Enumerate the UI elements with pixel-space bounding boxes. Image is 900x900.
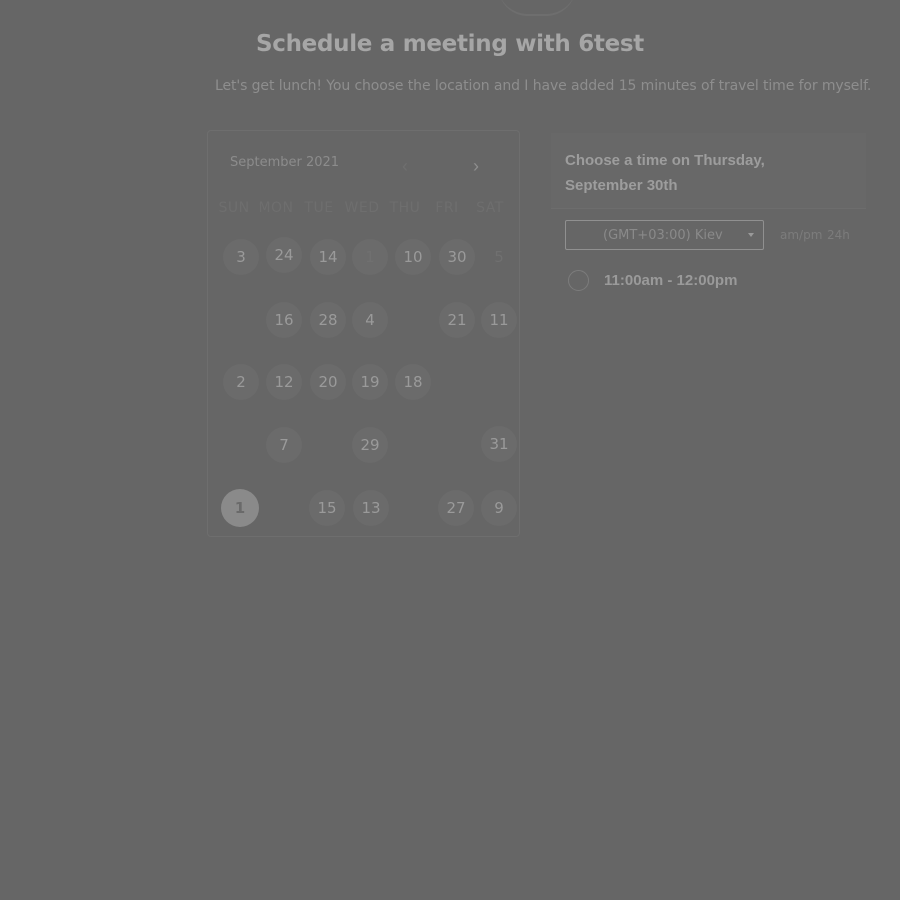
calendar-day — [439, 364, 475, 400]
calendar-day — [395, 490, 431, 526]
calendar-day[interactable]: 21 — [439, 302, 475, 338]
calendar-day — [223, 302, 259, 338]
calendar-day[interactable]: 12 — [266, 364, 302, 400]
calendar-day — [439, 427, 475, 463]
calendar-day — [310, 427, 346, 463]
calendar-month-label: September 2021 — [230, 155, 340, 170]
timezone-value: (GMT+03:00) Kiev — [603, 228, 723, 243]
calendar-day[interactable]: 30 — [439, 239, 475, 275]
calendar-day[interactable]: 20 — [310, 364, 346, 400]
calendar-day[interactable]: 11 — [481, 302, 517, 338]
weekday-sun: SUN — [218, 200, 250, 216]
calendar-day[interactable]: 5 — [481, 239, 517, 275]
time-slot-radio[interactable] — [568, 270, 589, 291]
caret-down-icon — [748, 233, 754, 237]
calendar-day[interactable]: 18 — [395, 364, 431, 400]
calendar-day[interactable]: 24 — [266, 237, 302, 273]
calendar-day — [266, 490, 302, 526]
format-24h-toggle[interactable]: 24h — [827, 228, 850, 242]
calendar-day[interactable]: 27 — [438, 490, 474, 526]
meeting-description: Let's get lunch! You choose the location… — [215, 78, 872, 94]
calendar-day[interactable]: 14 — [310, 239, 346, 275]
weekday-sat: SAT — [476, 200, 504, 216]
calendar-day — [223, 427, 259, 463]
time-slot-label[interactable]: 11:00am - 12:00pm — [604, 272, 737, 289]
calendar-day[interactable]: 2 — [223, 364, 259, 400]
calendar-day[interactable]: 4 — [352, 302, 388, 338]
calendar-day[interactable]: 28 — [310, 302, 346, 338]
calendar-day[interactable]: 10 — [395, 239, 431, 275]
weekday-tue: TUE — [304, 200, 334, 216]
calendar-day[interactable]: 29 — [352, 427, 388, 463]
calendar-day[interactable]: 1 — [352, 239, 388, 275]
calendar-day[interactable]: 13 — [353, 490, 389, 526]
calendar-day — [395, 427, 431, 463]
page-title: Schedule a meeting with 6test — [255, 31, 644, 57]
calendar-day — [395, 302, 431, 338]
weekday-wed: WED — [344, 200, 380, 216]
calendar-day[interactable]: 9 — [481, 490, 517, 526]
chevron-left-icon[interactable]: ‹ — [395, 155, 415, 177]
weekday-mon: MON — [258, 200, 294, 216]
weekday-thu: THU — [389, 200, 421, 216]
calendar-day[interactable]: 16 — [266, 302, 302, 338]
format-ampm-toggle[interactable]: am/pm — [780, 228, 822, 242]
calendar-day[interactable]: 19 — [352, 364, 388, 400]
timezone-select[interactable]: (GMT+03:00) Kiev — [565, 220, 764, 250]
weekday-fri: FRI — [435, 200, 459, 216]
calendar-day-selected[interactable]: 1 — [221, 489, 259, 527]
calendar-day[interactable]: 7 — [266, 427, 302, 463]
calendar-day — [481, 364, 517, 400]
time-panel-heading: Choose a time on Thursday, September 30t… — [565, 152, 765, 194]
calendar-day[interactable]: 3 — [223, 239, 259, 275]
chevron-right-icon[interactable]: › — [466, 155, 486, 177]
calendar-day[interactable]: 15 — [309, 490, 345, 526]
calendar-day[interactable]: 31 — [481, 426, 517, 462]
host-avatar — [498, 0, 576, 16]
